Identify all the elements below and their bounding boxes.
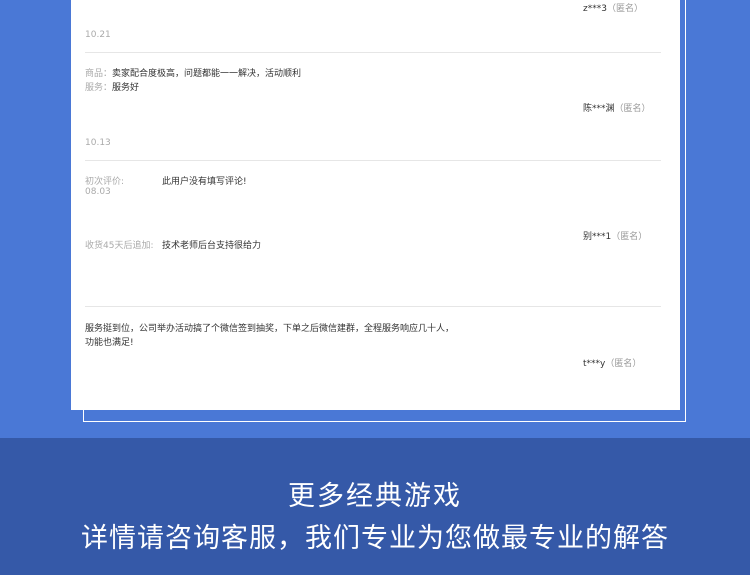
anonymous-tag: （匿名） <box>614 104 651 114</box>
anonymous-tag: （匿名） <box>606 4 643 14</box>
review-divider <box>85 52 661 53</box>
followup-review-label: 收货45天后追加: <box>85 241 154 251</box>
product-label: 商品： <box>85 69 113 79</box>
promo-footer: 更多经典游戏 详情请咨询客服，我们专业为您做最专业的解答 <box>0 438 750 575</box>
service-text: 服务好 <box>112 83 140 93</box>
product-text: 卖家配合度极高，问题都能一一解决，活动顺利 <box>112 69 302 79</box>
review-date: 08.03 <box>85 187 111 197</box>
reviewer-username: 陈***渊 <box>583 104 615 114</box>
review-divider <box>85 160 661 161</box>
review-date: 10.21 <box>85 30 111 40</box>
promo-headline: 更多经典游戏 <box>288 481 462 512</box>
anonymous-tag: （匿名） <box>605 359 642 369</box>
review-list-card: z***3（匿名） 10.21 商品：卖家配合度极高，问题都能一一解决，活动顺利… <box>71 0 680 410</box>
product-comment: 商品：卖家配合度极高，问题都能一一解决，活动顺利 <box>85 66 301 79</box>
reviewer-username: t***y <box>583 359 606 369</box>
review-divider <box>85 306 661 307</box>
anonymous-tag: （匿名） <box>611 232 648 242</box>
review-text-line: 功能也满足! <box>85 338 134 348</box>
review-text-line: 服务挺到位，公司举办活动搞了个微信签到抽奖，下单之后微信建群，全程服务响应几十人… <box>85 324 455 334</box>
reviewer-name: 别***1（匿名） <box>583 229 647 242</box>
reviewer-username: 别***1 <box>583 232 612 242</box>
initial-review-label: 初次评价: <box>85 177 125 187</box>
service-label: 服务： <box>85 83 113 93</box>
reviewer-username: z***3 <box>583 4 607 14</box>
reviewer-name: z***3（匿名） <box>583 1 643 14</box>
review-date: 10.13 <box>85 138 111 148</box>
initial-review-text: 此用户没有填写评论! <box>162 177 247 187</box>
reviewer-name: 陈***渊（匿名） <box>583 101 651 114</box>
reviewer-name: t***y（匿名） <box>583 356 641 369</box>
followup-review-text: 技术老师后台支持很给力 <box>162 241 262 251</box>
promo-subline: 详情请咨询客服，我们专业为您做最专业的解答 <box>81 523 669 554</box>
service-comment: 服务：服务好 <box>85 80 139 93</box>
